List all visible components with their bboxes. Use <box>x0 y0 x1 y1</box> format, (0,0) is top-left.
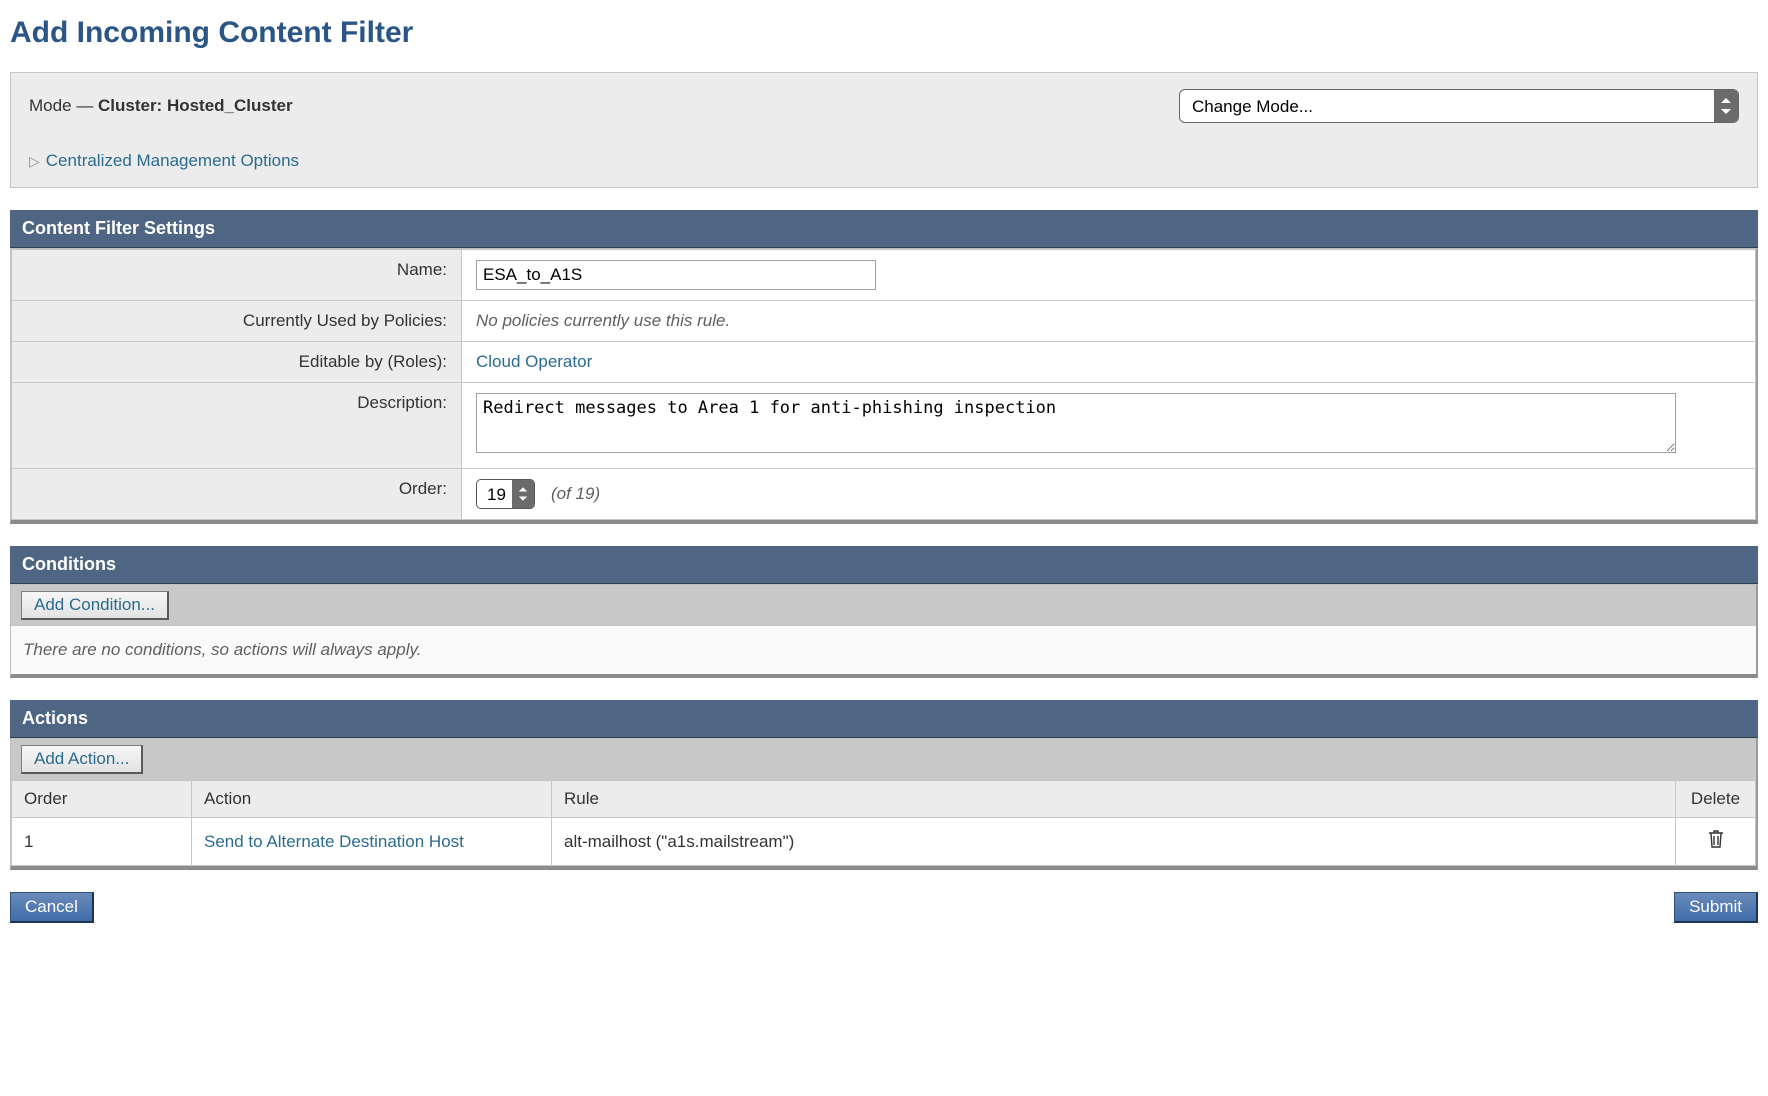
mode-panel: Mode — Cluster: Hosted_Cluster Change Mo… <box>10 72 1758 188</box>
add-action-button[interactable]: Add Action... <box>21 745 143 774</box>
centralized-management-options-link[interactable]: ▷ Centralized Management Options <box>29 151 1739 171</box>
action-name-link[interactable]: Send to Alternate Destination Host <box>204 832 464 851</box>
conditions-section: Conditions Add Condition... There are no… <box>10 546 1758 678</box>
conditions-header: Conditions <box>10 546 1758 584</box>
settings-header: Content Filter Settings <box>10 210 1758 248</box>
description-label: Description: <box>12 383 462 469</box>
footer-row: Cancel Submit <box>10 892 1758 923</box>
policies-label: Currently Used by Policies: <box>12 301 462 342</box>
name-label: Name: <box>12 250 462 301</box>
cancel-button[interactable]: Cancel <box>10 892 94 923</box>
col-action: Action <box>192 781 552 818</box>
change-mode-select-wrap[interactable]: Change Mode... <box>1179 89 1739 123</box>
order-total: (of 19) <box>551 484 600 504</box>
triangle-right-icon: ▷ <box>29 153 40 170</box>
col-rule: Rule <box>552 781 1676 818</box>
description-textarea[interactable] <box>476 393 1676 453</box>
order-select[interactable]: 19 <box>476 479 535 509</box>
name-input[interactable] <box>476 260 876 290</box>
mode-cluster: Cluster: Hosted_Cluster <box>98 96 293 115</box>
policies-value: No policies currently use this rule. <box>476 311 730 330</box>
submit-button[interactable]: Submit <box>1674 892 1758 923</box>
mode-label: Mode — Cluster: Hosted_Cluster <box>29 96 293 116</box>
actions-header: Actions <box>10 700 1758 738</box>
order-select-wrap[interactable]: 19 <box>476 479 535 509</box>
action-rule: alt-mailhost ("a1s.mailstream") <box>552 818 1676 866</box>
page-title: Add Incoming Content Filter <box>10 16 1758 50</box>
roles-label: Editable by (Roles): <box>12 342 462 383</box>
roles-link[interactable]: Cloud Operator <box>476 352 592 371</box>
order-label: Order: <box>12 469 462 520</box>
table-row: 1 Send to Alternate Destination Host alt… <box>12 818 1756 866</box>
no-conditions-text: There are no conditions, so actions will… <box>23 640 421 659</box>
col-delete: Delete <box>1676 781 1756 818</box>
centralized-management-label: Centralized Management Options <box>46 151 299 171</box>
actions-section: Actions Add Action... Order Action Rule … <box>10 700 1758 870</box>
change-mode-select[interactable]: Change Mode... <box>1179 89 1739 123</box>
add-condition-button[interactable]: Add Condition... <box>21 591 169 620</box>
action-order: 1 <box>12 818 192 866</box>
trash-icon[interactable] <box>1706 828 1726 850</box>
settings-section: Content Filter Settings Name: Currently … <box>10 210 1758 524</box>
mode-prefix: Mode — <box>29 96 93 115</box>
col-order: Order <box>12 781 192 818</box>
